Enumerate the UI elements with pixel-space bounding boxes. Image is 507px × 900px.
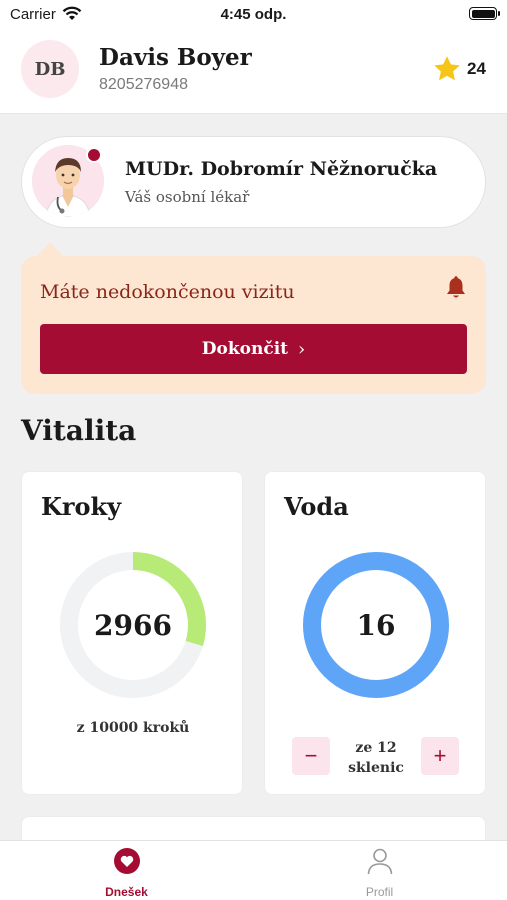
steps-card[interactable]: Kroky 2966 z 10000 kroků [21,471,243,795]
tab-profile-label: Profil [365,885,394,899]
steps-title: Kroky [41,492,122,521]
alert-text: Máte nedokončenou vizitu [40,281,295,303]
doctor-card[interactable]: MUDr. Dobromír Něžnoručka Váš osobní lék… [21,136,486,228]
doctor-name: MUDr. Dobromír Něžnoručka [125,158,438,180]
finish-visit-button[interactable]: Dokončit › [40,324,467,374]
star-icon[interactable] [432,54,462,84]
status-bar: Carrier 4:45 odp. [0,0,507,30]
vitality-heading: Vitalita [21,414,137,447]
notification-dot [86,147,102,163]
water-title: Voda [284,492,349,521]
doctor-role: Váš osobní lékař [125,188,250,206]
tab-bar: Dnešek Profil [0,840,507,900]
tab-today[interactable]: Dnešek [0,841,253,900]
clock: 4:45 odp. [220,6,287,23]
water-increment-button[interactable]: + [421,737,459,775]
steps-value: 2966 [94,608,172,642]
chevron-right-icon: › [298,338,306,360]
minus-icon: − [304,743,318,768]
points-count[interactable]: 24 [467,59,486,79]
avatar[interactable]: DB [21,40,79,98]
profile-header: DB Davis Boyer 8205276948 24 [0,30,507,114]
water-decrement-button[interactable]: − [292,737,330,775]
alert-pointer [36,242,64,257]
unfinished-visit-alert: Máte nedokončenou vizitu Dokončit › [21,256,486,394]
water-goal: ze 12 sklenic [348,740,404,776]
person-icon [367,848,393,875]
bell-icon [447,276,465,298]
heart-icon [114,848,140,874]
plus-icon: + [433,743,447,768]
water-value: 16 [356,608,396,642]
tab-today-label: Dnešek [105,885,148,899]
water-card[interactable]: Voda 16 − ze 12 sklenic + [264,471,486,795]
finish-button-label: Dokončit [201,339,289,359]
user-name: Davis Boyer [99,44,252,71]
tab-profile[interactable]: Profil [253,841,506,900]
battery-icon [469,7,500,20]
steps-goal: z 10000 kroků [76,720,190,736]
user-id: 8205276948 [99,76,188,93]
